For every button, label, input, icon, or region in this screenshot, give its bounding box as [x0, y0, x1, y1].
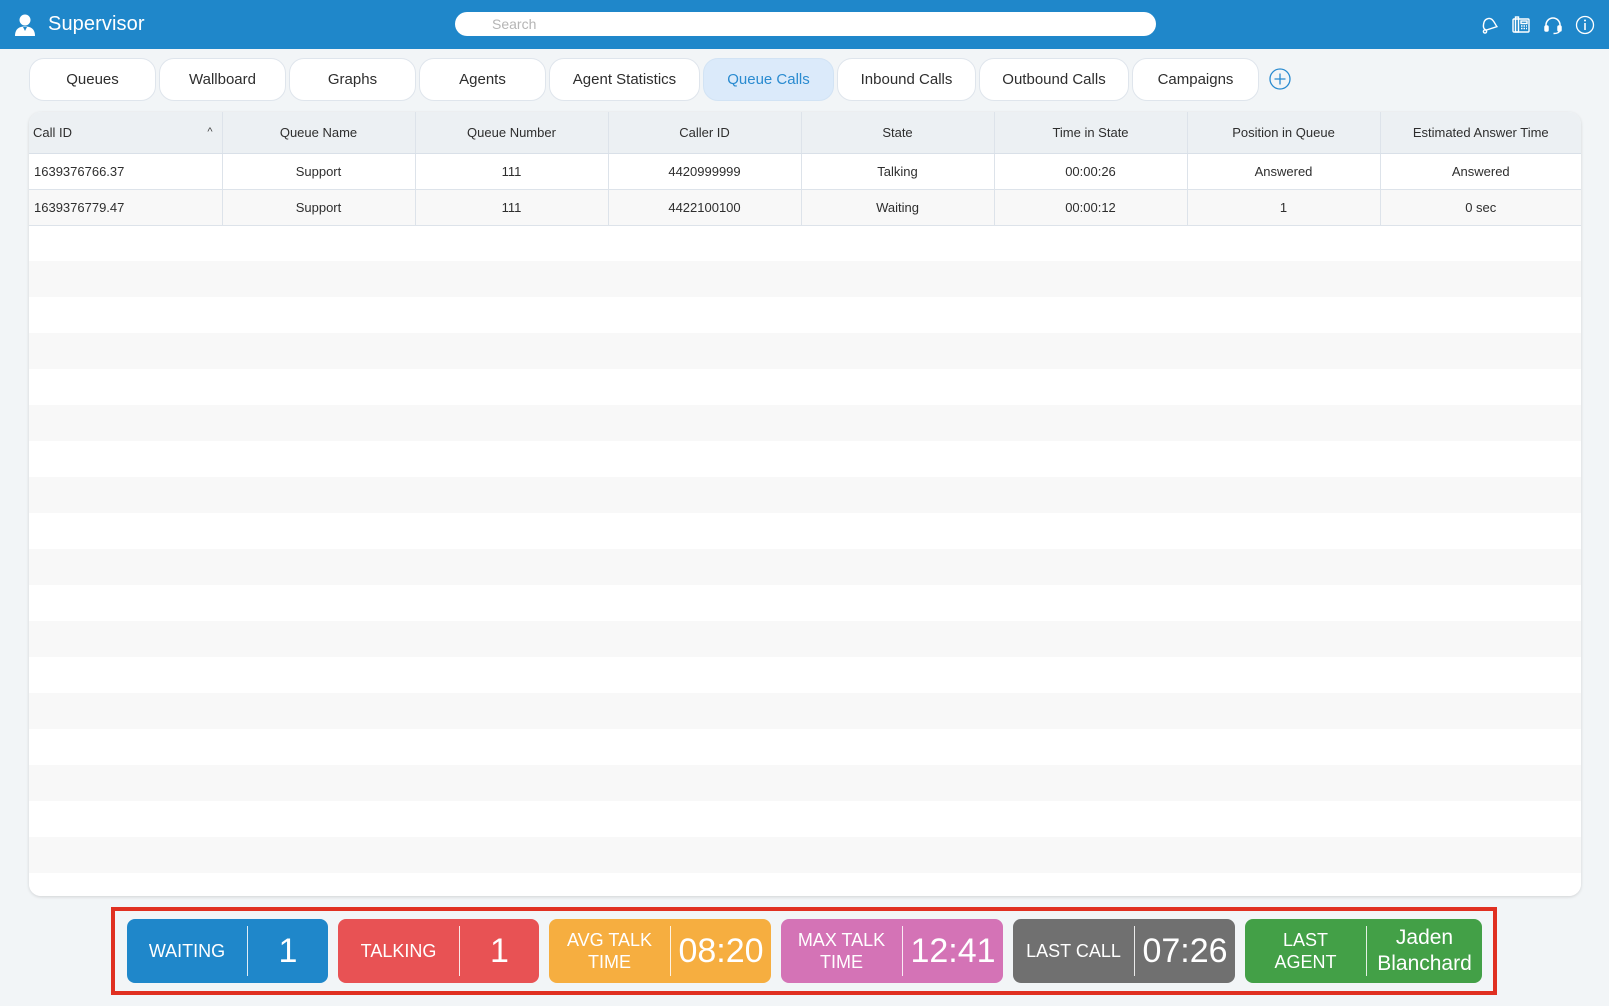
headset-icon[interactable]	[1543, 15, 1563, 35]
empty-row	[29, 225, 1581, 261]
search-input[interactable]	[455, 12, 1156, 36]
stat-label: AVG TALK TIME	[566, 930, 653, 972]
tab-graphs[interactable]: Graphs	[289, 57, 416, 101]
tab-queue-calls[interactable]: Queue Calls	[703, 57, 834, 101]
empty-row	[29, 621, 1581, 657]
column-header-label: Call ID	[33, 124, 73, 140]
empty-row	[29, 873, 1581, 896]
stats-bar: WAITING 1 TALKING 1 AVG TALK TIME 08:20 …	[127, 919, 1482, 983]
cell-estimated-answer-time: 0 sec	[1380, 189, 1581, 226]
stat-label: TALKING	[360, 941, 437, 961]
stat-max-talk-time: MAX TALK TIME 12:41	[781, 919, 1003, 983]
empty-row	[29, 333, 1581, 369]
tab-agents[interactable]: Agents	[419, 57, 546, 101]
info-icon[interactable]	[1575, 15, 1595, 35]
cell-queue-name: Support	[222, 153, 416, 190]
empty-row	[29, 729, 1581, 765]
cell-state: Waiting	[801, 189, 995, 226]
empty-row	[29, 513, 1581, 549]
cell-call-id: 1639376779.47	[29, 189, 223, 226]
queue-calls-table: Call ID ^ Queue Name Queue Number Caller…	[29, 112, 1581, 896]
cell-estimated-answer-time: Answered	[1380, 153, 1581, 190]
column-header-time-in-state[interactable]: Time in State	[994, 112, 1188, 154]
empty-row	[29, 765, 1581, 801]
table-header-row: Call ID ^ Queue Name Queue Number Caller…	[29, 112, 1581, 154]
column-header-caller-id[interactable]: Caller ID	[608, 112, 802, 154]
empty-row	[29, 657, 1581, 693]
stat-avg-talk-time: AVG TALK TIME 08:20	[549, 919, 771, 983]
plus-circle-icon	[1269, 68, 1291, 90]
add-tab-button[interactable]	[1269, 68, 1291, 90]
empty-row	[29, 801, 1581, 837]
empty-row	[29, 549, 1581, 585]
empty-row	[29, 369, 1581, 405]
column-header-state[interactable]: State	[801, 112, 995, 154]
column-header-queue-number[interactable]: Queue Number	[415, 112, 609, 154]
cell-call-id: 1639376766.37	[29, 153, 223, 190]
column-header-estimated-answer-time[interactable]: Estimated Answer Time	[1380, 112, 1581, 154]
stat-value: 07:26	[1142, 931, 1228, 970]
top-header-bar: Supervisor	[0, 0, 1609, 49]
column-header-call-id[interactable]: Call ID ^	[29, 112, 223, 154]
empty-row	[29, 585, 1581, 621]
stat-value: 1	[490, 931, 509, 970]
stat-waiting: WAITING 1	[127, 919, 328, 983]
cell-state: Talking	[801, 153, 995, 190]
empty-row	[29, 297, 1581, 333]
cell-caller-id: 4420999999	[608, 153, 802, 190]
stat-label: LAST AGENT	[1274, 930, 1337, 972]
column-header-position-in-queue[interactable]: Position in Queue	[1187, 112, 1381, 154]
stat-talking: TALKING 1	[338, 919, 539, 983]
tab-outbound-calls[interactable]: Outbound Calls	[979, 57, 1129, 101]
empty-row	[29, 405, 1581, 441]
table-row[interactable]: 1639376766.37 Support 111 4420999999 Tal…	[29, 153, 1581, 190]
cell-caller-id: 4422100100	[608, 189, 802, 226]
stat-value: 08:20	[678, 931, 764, 970]
empty-row	[29, 441, 1581, 477]
bell-icon[interactable]	[1479, 15, 1499, 35]
user-badge-icon	[14, 13, 36, 37]
stat-label: MAX TALK TIME	[797, 930, 886, 972]
app-title: Supervisor	[48, 13, 145, 35]
sort-ascending-icon[interactable]: ^	[207, 126, 212, 138]
search-box[interactable]	[455, 12, 1156, 36]
cell-time-in-state: 00:00:26	[994, 153, 1188, 190]
table-row[interactable]: 1639376779.47 Support 111 4422100100 Wai…	[29, 189, 1581, 226]
tab-inbound-calls[interactable]: Inbound Calls	[837, 57, 976, 101]
cell-position-in-queue: Answered	[1187, 153, 1381, 190]
stats-highlight-frame: WAITING 1 TALKING 1 AVG TALK TIME 08:20 …	[111, 907, 1497, 995]
cell-queue-name: Support	[222, 189, 416, 226]
stat-value: Jaden Blanchard	[1377, 926, 1472, 975]
cell-time-in-state: 00:00:12	[994, 189, 1188, 226]
empty-row	[29, 477, 1581, 513]
stat-value: 1	[278, 931, 298, 970]
app-brand: Supervisor	[14, 0, 145, 49]
stat-last-call: LAST CALL 07:26	[1013, 919, 1235, 983]
stat-label: LAST CALL	[1026, 941, 1121, 961]
stat-value: 12:41	[910, 931, 996, 970]
tab-agent-statistics[interactable]: Agent Statistics	[549, 57, 700, 101]
empty-rows	[29, 225, 1581, 896]
header-actions	[1479, 0, 1595, 49]
cell-queue-number: 111	[415, 153, 609, 190]
stat-label: WAITING	[148, 941, 226, 961]
desk-phone-icon[interactable]	[1511, 15, 1531, 35]
tab-wallboard[interactable]: Wallboard	[159, 57, 286, 101]
empty-row	[29, 261, 1581, 297]
cell-queue-number: 111	[415, 189, 609, 226]
cell-position-in-queue: 1	[1187, 189, 1381, 226]
tab-campaigns[interactable]: Campaigns	[1132, 57, 1259, 101]
tab-queues[interactable]: Queues	[29, 57, 156, 101]
empty-row	[29, 837, 1581, 873]
stat-last-agent: LAST AGENT Jaden Blanchard	[1245, 919, 1482, 983]
tab-bar: Queues Wallboard Graphs Agents Agent Sta…	[29, 57, 1291, 101]
column-header-queue-name[interactable]: Queue Name	[222, 112, 416, 154]
empty-row	[29, 693, 1581, 729]
